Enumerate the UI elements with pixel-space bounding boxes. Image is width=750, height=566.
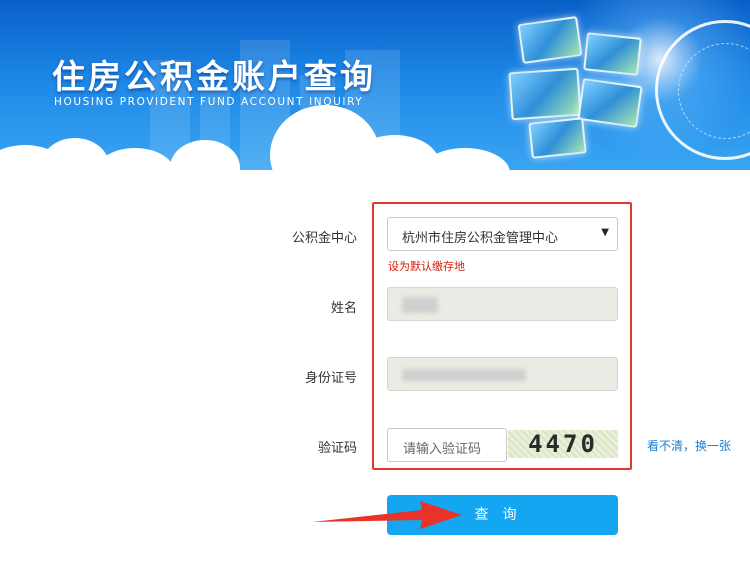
captcha-label: 验证码	[317, 441, 357, 456]
captcha-input[interactable]: 请输入验证码	[387, 428, 507, 462]
cloud-decoration	[0, 105, 750, 170]
masked-name-value	[402, 297, 438, 313]
masked-id-value	[402, 369, 526, 381]
name-field[interactable]	[387, 287, 618, 321]
refresh-captcha-link[interactable]: 看不清，换一张	[647, 437, 731, 454]
captcha-placeholder: 请输入验证码	[403, 442, 482, 457]
id-number-field[interactable]	[387, 357, 618, 391]
fund-center-selected-value: 杭州市住房公积金管理中心	[402, 231, 559, 246]
id-number-label: 身份证号	[304, 371, 357, 386]
default-location-hint: 设为默认缴存地	[388, 260, 465, 273]
cloud-shape	[95, 148, 175, 170]
screen-panel	[583, 32, 642, 76]
fund-center-select[interactable]: 杭州市住房公积金管理中心 ▼	[387, 217, 618, 251]
captcha-image[interactable]: 4470	[508, 430, 618, 458]
fund-center-label: 公积金中心	[291, 231, 357, 246]
screen-panel	[517, 16, 583, 64]
header-banner: 住房公积金账户查询 HOUSING PROVIDENT FUND ACCOUNT…	[0, 0, 750, 170]
caret-down-icon: ▼	[601, 227, 609, 238]
name-label: 姓名	[330, 301, 357, 316]
cloud-shape	[170, 140, 240, 170]
arrow-right-icon	[312, 501, 462, 529]
banner-title: 住房公积金账户查询	[52, 57, 376, 96]
